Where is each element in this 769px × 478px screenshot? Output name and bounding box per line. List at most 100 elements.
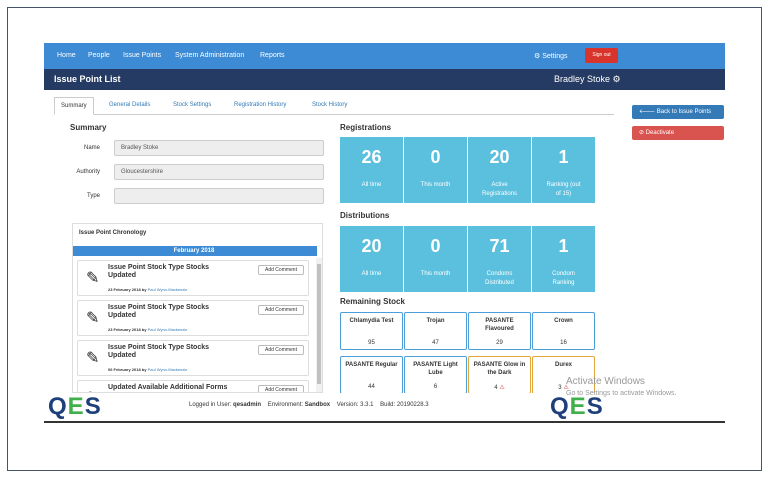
title-bar: Issue Point List Bradley Stoke ⚙	[44, 69, 725, 90]
authority-field[interactable]: Gloucestershire	[114, 164, 324, 180]
stock-card-low: PASANTE Glow in the Dark 4 ⚠	[468, 356, 531, 394]
entry-meta: 23 February 2018 by Paul Wynn-Mackenzie	[108, 327, 187, 332]
registrations-all-time-tile: 26 All time	[340, 137, 403, 203]
stock-name: Durex	[554, 362, 572, 368]
registrations-ranking-tile: 1 Ranking (out of 15)	[532, 137, 595, 203]
entry-title: Issue Point Stock Type Stocks Updated	[108, 264, 210, 279]
user-label: Logged in User:	[189, 402, 232, 408]
arrow-left-icon: 🡐	[639, 109, 656, 115]
stock-qty: 29	[496, 340, 503, 346]
chronology-entry: ✎ Updated Available Additional Forms Add…	[77, 380, 309, 392]
tile-value: 71	[489, 236, 510, 256]
summary-heading: Summary	[70, 123, 107, 132]
top-nav: Home People Issue Points System Administ…	[44, 43, 725, 69]
page-title: Issue Point List	[54, 74, 121, 84]
entry-user-link[interactable]: Paul Wynn-Mackenzie	[148, 327, 188, 332]
stock-qty: 47	[432, 340, 439, 346]
activate-windows-subtitle: Go to Settings to activate Windows.	[566, 390, 677, 397]
stock-card: PASANTE Regular 44	[340, 356, 403, 394]
stock-qty: 3	[558, 385, 562, 391]
remaining-stock-heading: Remaining Stock	[340, 297, 405, 306]
nav-people[interactable]: People	[88, 52, 110, 59]
deactivate-label: Deactivate	[645, 130, 675, 136]
warning-icon: ⚠	[499, 385, 505, 391]
tile-caption: All time	[361, 182, 382, 188]
scrollbar-thumb[interactable]	[317, 264, 321, 384]
stock-card: Crown 16	[532, 312, 595, 350]
stock-card: PASANTE Light Lube 6	[404, 356, 467, 394]
tab-summary[interactable]: Summary	[54, 97, 94, 115]
chronology-entry: ✎ Issue Point Stock Type Stocks Updated …	[77, 340, 309, 376]
stock-qty: 95	[368, 340, 375, 346]
build-value: 20190228.3	[396, 402, 429, 408]
tile-value: 0	[430, 147, 441, 167]
add-comment-button[interactable]: Add Comment	[258, 305, 304, 315]
nav-reports[interactable]: Reports	[260, 52, 285, 59]
pencil-icon: ✎	[86, 270, 100, 287]
tab-stock-history[interactable]: Stock History	[312, 102, 347, 108]
gear-icon[interactable]: ⚙	[613, 74, 621, 84]
user-value: qesadmin	[233, 402, 262, 408]
month-header: February 2018	[73, 246, 317, 256]
settings-label: Settings	[542, 53, 568, 60]
env-label: Environment:	[267, 402, 304, 408]
tile-caption: Ranking (out of 15)	[546, 182, 581, 197]
chronology-scrollbar[interactable]	[316, 258, 322, 392]
add-comment-button[interactable]: Add Comment	[258, 385, 304, 392]
version-value: 3.3.1	[360, 402, 374, 408]
stock-name: PASANTE Light Lube	[413, 362, 458, 376]
stock-card: Chlamydia Test 95	[340, 312, 403, 350]
nav-issue-points[interactable]: Issue Points	[123, 52, 161, 59]
logo-s: S	[586, 393, 604, 420]
back-to-issue-points-button[interactable]: 🡐 Back to Issue Points	[632, 105, 724, 119]
stock-card: Trojan 47	[404, 312, 467, 350]
issue-point-name: Bradley Stoke ⚙	[554, 74, 621, 85]
tab-general-details[interactable]: General Details	[109, 102, 150, 108]
tile-caption: This month	[420, 182, 451, 188]
nav-system-administration[interactable]: System Administration	[175, 52, 244, 59]
entry-date: 23 February 2018 by	[108, 327, 147, 332]
entry-user-link[interactable]: Paul Wynn-Mackenzie	[148, 287, 188, 292]
deactivate-button[interactable]: ⊘ Deactivate	[632, 126, 724, 140]
logo-q: Q	[550, 393, 570, 420]
ban-icon: ⊘	[639, 130, 645, 136]
settings-link[interactable]: ⚙ Settings	[534, 52, 568, 60]
sign-out-button[interactable]: Sign out	[585, 48, 618, 63]
registrations-active-tile: 20 Active Registrations	[468, 137, 531, 203]
tile-caption: Condoms Distributed	[485, 271, 514, 286]
name-field[interactable]: Bradley Stoke	[114, 140, 324, 156]
logo-q: Q	[48, 393, 68, 420]
logo-s: S	[84, 393, 102, 420]
authority-label: Authority	[76, 169, 100, 175]
type-field[interactable]	[114, 188, 324, 204]
logo-e: E	[569, 393, 587, 420]
name-label: Name	[83, 145, 100, 151]
footer: QES Logged in User: qesadmin Environment…	[44, 393, 725, 423]
entry-title: Updated Available Additional Forms	[108, 384, 228, 391]
add-comment-button[interactable]: Add Comment	[258, 345, 304, 355]
stock-qty: 16	[560, 340, 567, 346]
stock-name: Chlamydia Test	[349, 318, 394, 324]
distributions-heading: Distributions	[340, 211, 390, 220]
add-comment-button[interactable]: Add Comment	[258, 265, 304, 275]
tab-registration-history[interactable]: Registration History	[234, 102, 286, 108]
tab-stock-settings[interactable]: Stock Settings	[173, 102, 211, 108]
build-label: Build:	[380, 402, 396, 408]
back-label: Back to Issue Points	[656, 109, 712, 115]
stock-qty-row: 4 ⚠	[469, 384, 530, 391]
entry-user-link[interactable]: Paul Wynn-Mackenzie	[148, 367, 188, 372]
activate-windows-title: Activate Windows	[566, 376, 645, 387]
tile-caption: All time	[361, 271, 382, 277]
distributions-this-month-tile: 0 This month	[404, 226, 467, 292]
tile-caption: This month	[420, 271, 451, 277]
tab-bar: Summary General Details Stock Settings R…	[54, 97, 614, 115]
entry-title: Issue Point Stock Type Stocks Updated	[108, 344, 210, 359]
version-label: Version:	[336, 402, 359, 408]
stock-name: Trojan	[426, 318, 445, 324]
nav-home[interactable]: Home	[57, 52, 76, 59]
chronology-entry: ✎ Issue Point Stock Type Stocks Updated …	[77, 300, 309, 336]
footer-info: Logged in User: qesadmin Environment: Sa…	[189, 402, 429, 408]
stock-card-low: Durex 3 ⚠	[532, 356, 595, 394]
stock-name: Crown	[554, 318, 573, 324]
pencil-icon: ✎	[86, 350, 100, 367]
